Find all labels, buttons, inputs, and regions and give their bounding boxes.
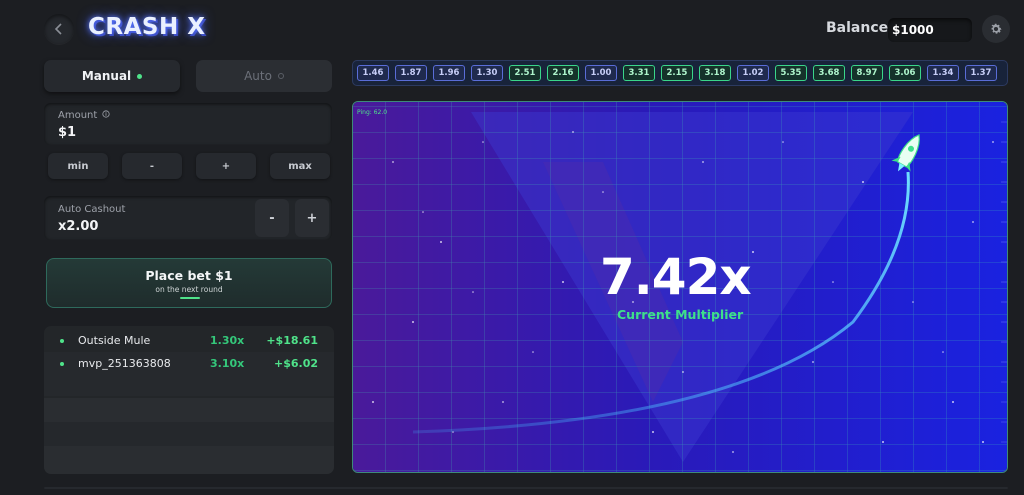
history-chip[interactable]: 2.15 bbox=[661, 65, 693, 81]
history-chip[interactable]: 3.06 bbox=[889, 65, 921, 81]
history-chip[interactable]: 5.35 bbox=[775, 65, 807, 81]
tab-auto[interactable]: Auto bbox=[196, 60, 332, 92]
bet-status-dot-icon bbox=[60, 362, 64, 366]
bets-row-stripe bbox=[44, 446, 334, 474]
tab-auto-label: Auto bbox=[244, 69, 272, 83]
decrease-button[interactable]: - bbox=[122, 153, 182, 179]
amount-label: Amount bbox=[58, 110, 111, 121]
history-chip[interactable]: 1.96 bbox=[433, 65, 465, 81]
info-icon bbox=[102, 110, 111, 118]
tab-manual-label: Manual bbox=[81, 69, 132, 83]
bet-player-name: mvp_251363808 bbox=[78, 357, 171, 370]
current-multiplier: 7.42x bbox=[600, 248, 752, 306]
bet-row: Outside Mule 1.30x +$18.61 bbox=[44, 329, 334, 352]
min-button[interactable]: min bbox=[48, 153, 108, 179]
auto-cashout-input[interactable]: x2.00 bbox=[58, 219, 98, 234]
bets-list: Outside Mule 1.30x +$18.61 mvp_251363808… bbox=[44, 326, 334, 474]
bet-row: mvp_251363808 3.10x +$6.02 bbox=[44, 352, 334, 375]
increase-button[interactable]: + bbox=[196, 153, 256, 179]
history-chip[interactable]: 3.18 bbox=[699, 65, 731, 81]
active-dot-icon bbox=[137, 73, 143, 79]
bets-row-stripe bbox=[44, 398, 334, 422]
gear-icon bbox=[991, 23, 1002, 34]
bet-status-dot-icon bbox=[60, 339, 64, 343]
bets-row-stripe bbox=[44, 422, 334, 446]
bet-winnings: +$6.02 bbox=[273, 357, 318, 370]
bet-multiplier: 3.10x bbox=[210, 357, 245, 370]
history-chip[interactable]: 1.37 bbox=[965, 65, 997, 81]
history-chip[interactable]: 2.51 bbox=[509, 65, 541, 81]
balance-value: $1000 bbox=[888, 18, 972, 42]
balance-label: Balance: bbox=[826, 20, 894, 36]
history-chip[interactable]: 1.30 bbox=[471, 65, 503, 81]
history-chip[interactable]: 1.02 bbox=[737, 65, 769, 81]
chevron-left-icon bbox=[54, 23, 62, 35]
place-bet-button[interactable]: Place bet $1 on the next round bbox=[46, 258, 332, 308]
history-chip[interactable]: 3.31 bbox=[623, 65, 655, 81]
amount-label-text: Amount bbox=[58, 110, 98, 121]
back-button[interactable] bbox=[44, 14, 74, 44]
ping-indicator: Ping: 62.0 bbox=[357, 109, 388, 116]
multiplier-history: 1.46 1.87 1.96 1.30 2.51 2.16 1.00 3.31 … bbox=[352, 60, 1008, 86]
bet-winnings: +$18.61 bbox=[266, 334, 318, 347]
inactive-dot-icon bbox=[277, 73, 284, 79]
top-bar: CRASH X Balance: $1000 bbox=[0, 0, 1024, 60]
max-button[interactable]: max bbox=[270, 153, 330, 179]
history-chip[interactable]: 1.46 bbox=[357, 65, 389, 81]
bet-multiplier: 1.30x bbox=[210, 334, 245, 347]
history-chip[interactable]: 3.68 bbox=[813, 65, 845, 81]
settings-button[interactable] bbox=[982, 15, 1010, 43]
current-multiplier-label: Current Multiplier bbox=[617, 307, 744, 322]
history-chip[interactable]: 1.87 bbox=[395, 65, 427, 81]
bets-row-stripe bbox=[44, 372, 334, 396]
auto-cashout-minus-button[interactable]: - bbox=[255, 199, 289, 237]
amount-input[interactable]: $1 bbox=[58, 125, 76, 140]
auto-cashout-plus-button[interactable]: + bbox=[295, 199, 329, 237]
amount-field[interactable]: Amount $1 bbox=[44, 103, 332, 145]
bet-player-name: Outside Mule bbox=[78, 334, 151, 347]
history-chip[interactable]: 2.16 bbox=[547, 65, 579, 81]
bottom-divider bbox=[44, 487, 1008, 489]
auto-cashout-label: Auto Cashout bbox=[58, 204, 126, 215]
history-chip[interactable]: 1.00 bbox=[585, 65, 617, 81]
place-bet-subtitle: on the next round bbox=[155, 285, 223, 294]
place-bet-indicator bbox=[180, 297, 200, 299]
tab-manual[interactable]: Manual bbox=[44, 60, 180, 92]
place-bet-title: Place bet $1 bbox=[145, 268, 233, 283]
game-logo: CRASH X bbox=[88, 14, 206, 40]
history-chip[interactable]: 1.34 bbox=[927, 65, 959, 81]
history-chip[interactable]: 8.97 bbox=[851, 65, 883, 81]
